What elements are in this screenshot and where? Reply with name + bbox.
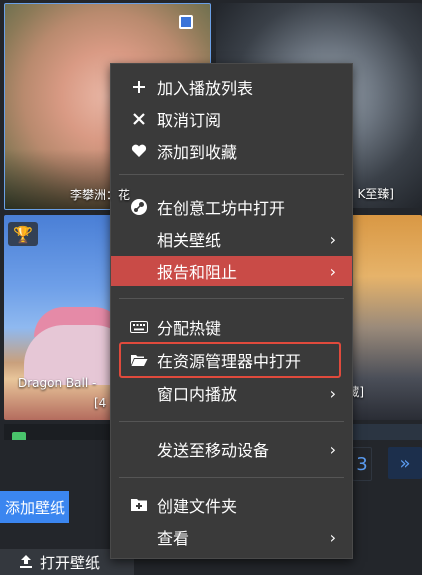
chevron-right-icon: › [329, 439, 336, 459]
wallpaper-title: 李攀洲：花 [69, 188, 130, 202]
menu-item-label: 加入播放列表 [157, 79, 254, 98]
status-icon [12, 432, 26, 440]
open-wallpaper-label: 打开壁纸 [40, 553, 101, 572]
menu-item-add-to-playlist[interactable]: 加入播放列表 [111, 72, 352, 102]
menu-item-label: 查看 [157, 529, 190, 548]
menu-item-label: 窗口内播放 [157, 385, 238, 404]
chevron-right-icon: › [329, 527, 336, 547]
menu-item-create-folder[interactable]: 创建文件夹 [111, 490, 352, 520]
pagination-page-button[interactable]: 3 [352, 447, 372, 481]
wallpaper-browser: 李攀洲：花 K至臻] Dragon Ball - [4 🏆 藏] 3 » 添加壁… [0, 0, 422, 575]
focus-highlight-outline [119, 342, 341, 378]
menu-item-report-and-block[interactable]: 报告和阻止 › [111, 256, 352, 286]
menu-item-label: 发送至移动设备 [157, 441, 270, 460]
chevron-right-icon: › [329, 383, 336, 403]
chevron-right-icon: › [329, 229, 336, 249]
menu-item-related-wallpapers[interactable]: 相关壁纸 › [111, 224, 352, 254]
menu-item-label: 相关壁纸 [157, 231, 222, 250]
menu-separator [119, 298, 344, 299]
menu-item-assign-hotkey[interactable]: 分配热键 [111, 312, 352, 342]
menu-item-unsubscribe[interactable]: 取消订阅 [111, 104, 352, 134]
plus-icon [129, 77, 149, 97]
menu-item-label: 创建文件夹 [157, 497, 238, 516]
menu-item-label: 分配热键 [157, 319, 222, 338]
folder-plus-icon [129, 495, 149, 515]
context-menu: 加入播放列表 取消订阅 添加到收藏 在创意工坊中打开 相关壁纸 › 报告和阻止 … [110, 63, 353, 559]
menu-item-label: 报告和阻止 [157, 263, 238, 282]
selected-checkbox[interactable] [179, 15, 193, 29]
add-wallpaper-label: 添加壁纸 [4, 498, 65, 517]
upload-icon [18, 554, 34, 570]
menu-separator [119, 477, 344, 478]
close-icon [129, 109, 149, 129]
chevron-right-icon: › [329, 261, 336, 281]
menu-item-play-in-window[interactable]: 窗口内播放 › [111, 378, 352, 408]
menu-separator [119, 421, 344, 422]
menu-item-add-to-favorites[interactable]: 添加到收藏 [111, 136, 352, 166]
menu-item-label: 取消订阅 [157, 111, 222, 130]
menu-separator [119, 174, 344, 175]
pagination-next-button[interactable]: » [388, 447, 422, 479]
menu-item-send-to-mobile[interactable]: 发送至移动设备 › [111, 434, 352, 464]
menu-item-label: 添加到收藏 [157, 143, 238, 162]
keyboard-icon [129, 317, 149, 337]
menu-item-view[interactable]: 查看 › [111, 522, 352, 552]
heart-icon [129, 141, 149, 161]
add-wallpaper-button[interactable]: 添加壁纸 [0, 491, 69, 523]
trophy-icon: 🏆 [8, 222, 38, 246]
